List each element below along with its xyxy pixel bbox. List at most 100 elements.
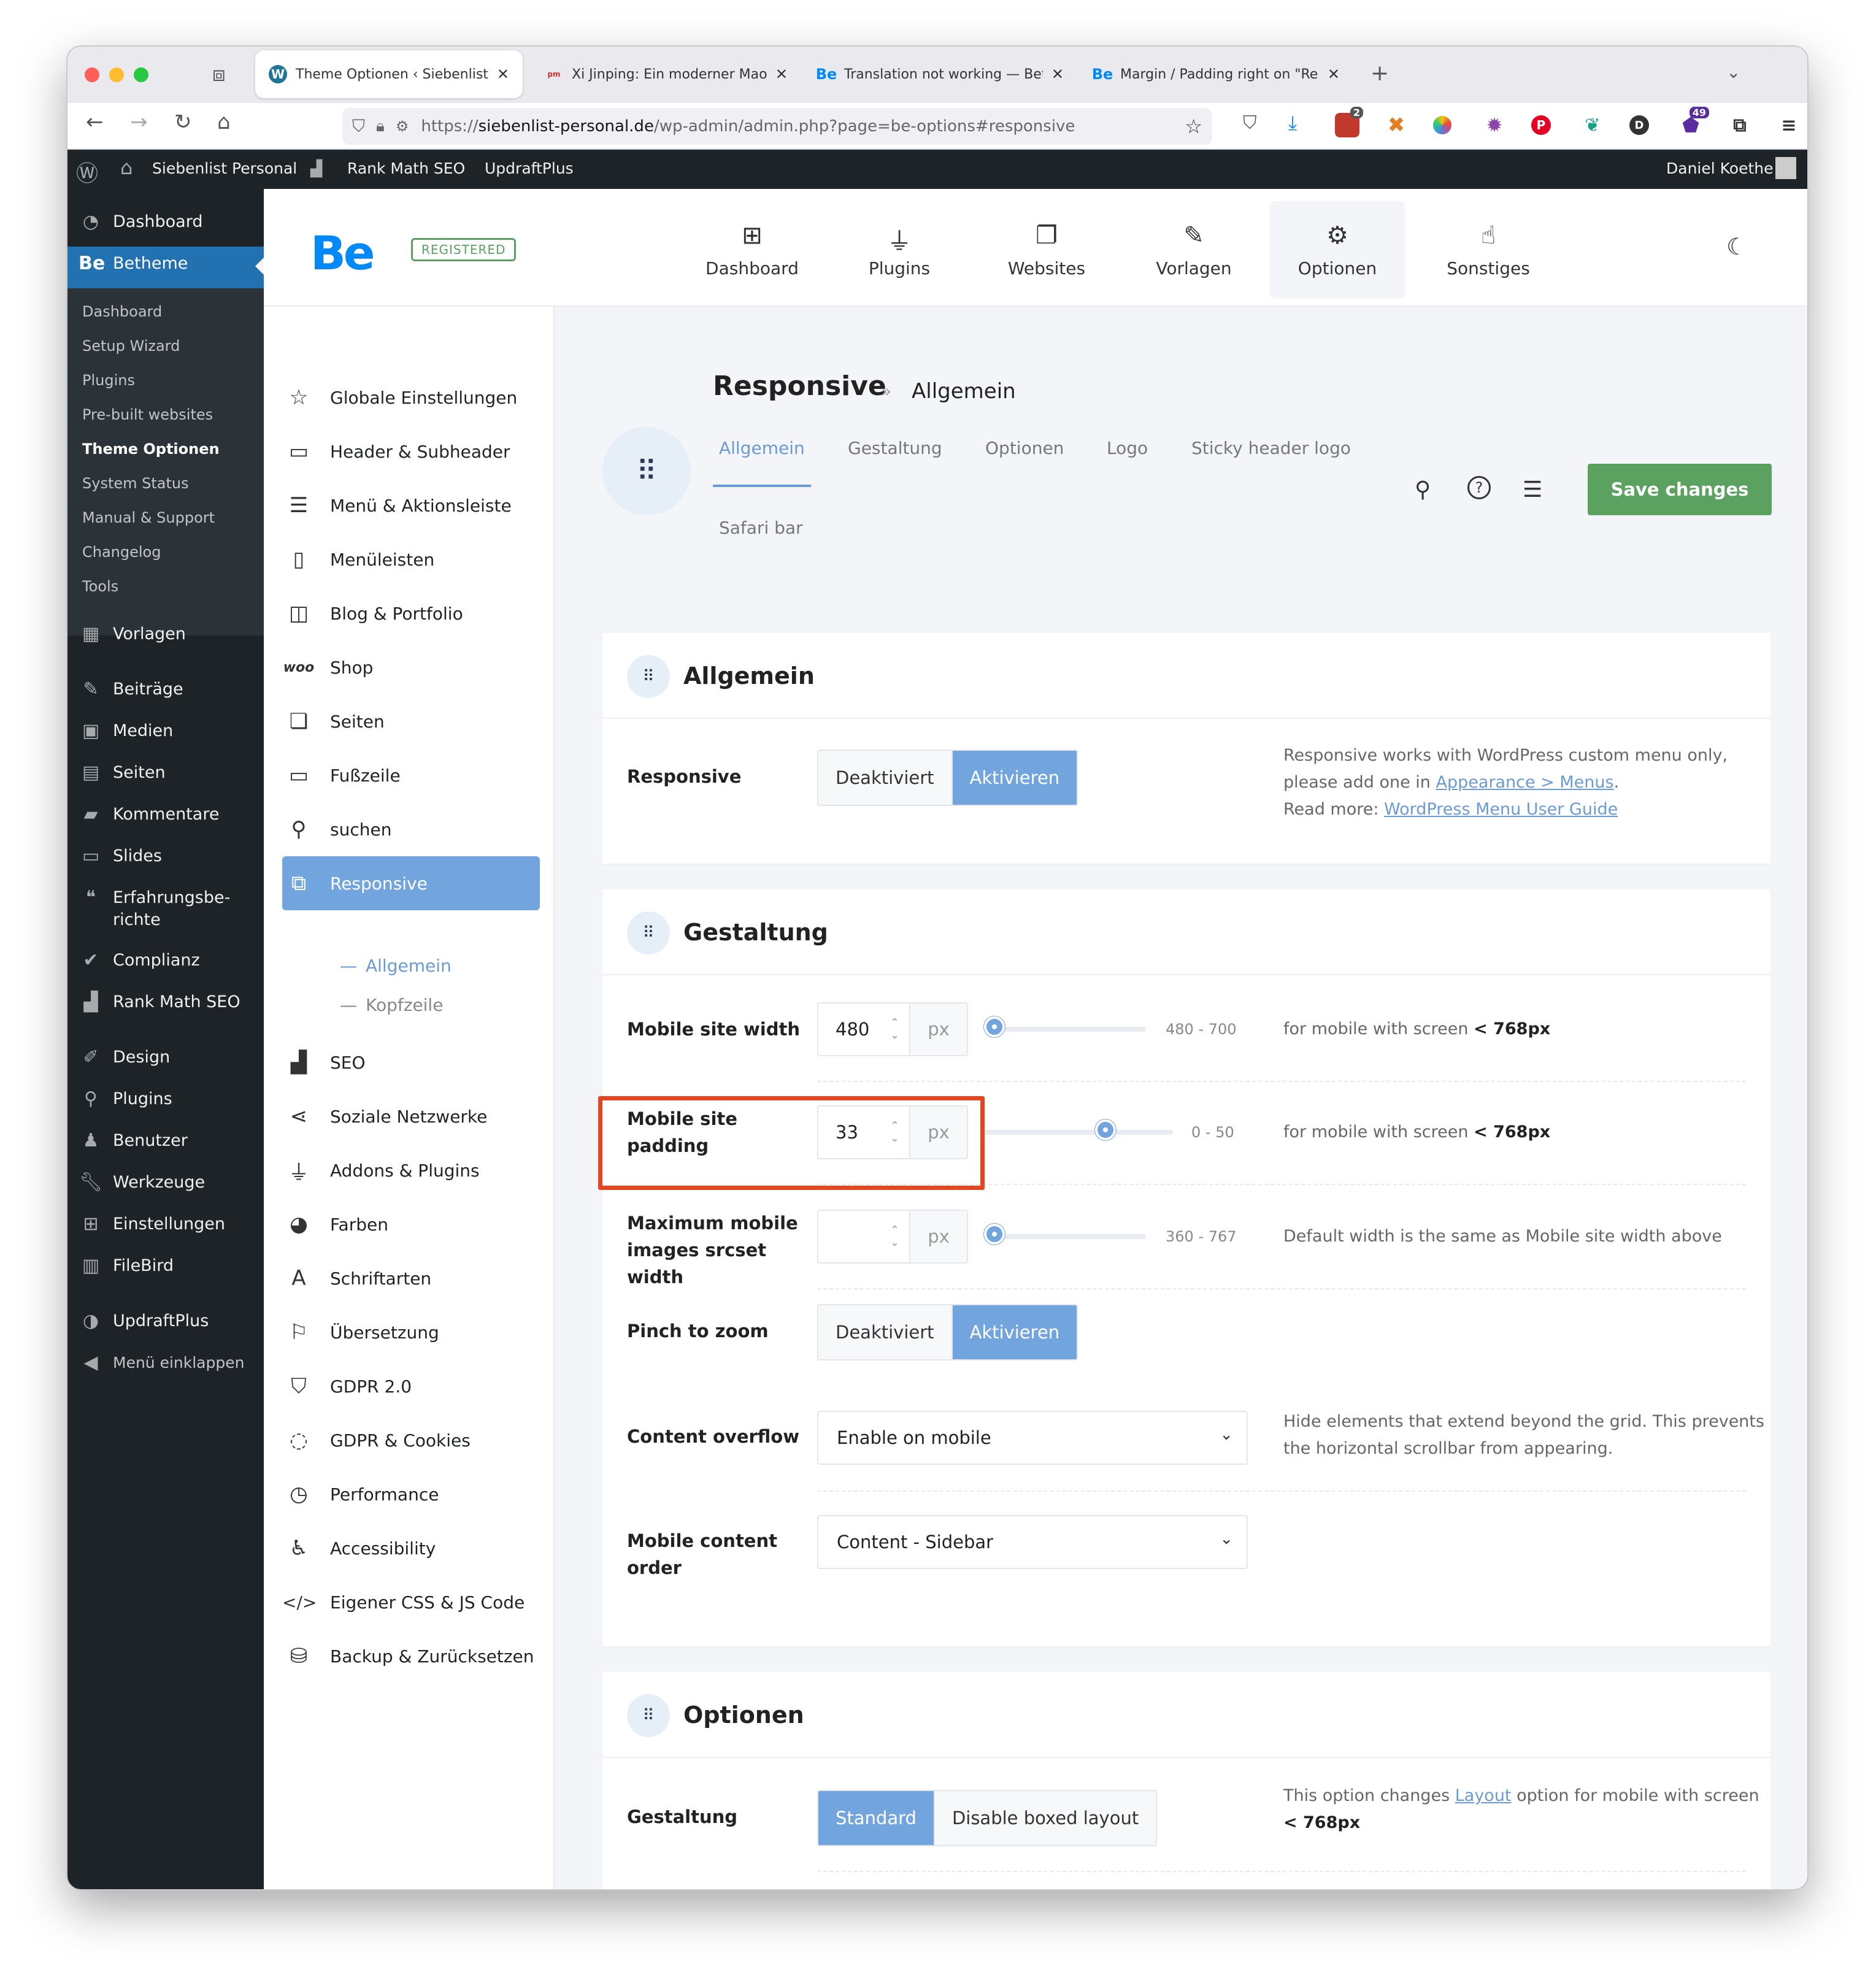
nav-sonstiges[interactable]: ☝ Sonstiges (1421, 201, 1556, 298)
nav-optionen[interactable]: ⚙ Optionen (1270, 201, 1405, 298)
nav-vorlagen[interactable]: ✎ Vorlagen (1126, 201, 1261, 298)
close-tab-icon[interactable]: ✕ (497, 66, 509, 83)
options-item-fusszeile[interactable]: ▭ Fußzeile (282, 753, 540, 797)
avatar[interactable] (1775, 157, 1796, 179)
submenu-dashboard[interactable]: Dashboard (82, 303, 162, 320)
close-tab-icon[interactable]: ✕ (1328, 66, 1340, 83)
srcset-width-input[interactable]: ⌃ ⌄ px (817, 1210, 968, 1264)
adminbar-user[interactable]: Daniel Koethe (1666, 159, 1774, 177)
content-overflow-select[interactable]: Enable on mobile ⌄ (817, 1411, 1248, 1465)
menu-dashboard[interactable]: ◔ Dashboard (79, 211, 203, 232)
new-tab-icon[interactable]: + (1370, 63, 1389, 85)
menu-icon[interactable]: ≡ (1777, 113, 1801, 137)
mobile-padding-slider[interactable] (984, 1119, 1173, 1140)
subtab-optionen[interactable]: Optionen (985, 438, 1064, 458)
adminbar-site[interactable]: Siebenlist Personal (152, 159, 297, 177)
nav-dashboard[interactable]: ⊞ Dashboard (685, 201, 820, 298)
menu-seiten[interactable]: ▤ Seiten (79, 762, 166, 783)
dots-grid-icon[interactable]: ⠿ (627, 1694, 670, 1737)
submenu-manual[interactable]: Manual & Support (82, 509, 215, 526)
close-window-button[interactable] (85, 67, 99, 82)
dark-mode-moon-icon[interactable]: ☾ (1726, 233, 1747, 260)
extensions-icon[interactable]: ⧉ (1728, 113, 1752, 137)
srcset-width-slider[interactable] (984, 1224, 1146, 1245)
forward-icon[interactable]: → (130, 112, 148, 132)
extension-icon[interactable]: 2 (1335, 107, 1363, 137)
submenu-system-status[interactable]: System Status (82, 475, 189, 492)
options-item-seiten[interactable]: ❏ Seiten (282, 699, 540, 743)
options-item-soziale[interactable]: ⋖ Soziale Netzwerke (282, 1094, 540, 1138)
leaf-extension-icon[interactable]: ❦ (1580, 113, 1605, 137)
wordpress-logo-icon[interactable]: Ⓦ (76, 156, 98, 188)
responsive-sub-allgemein[interactable]: — Allgemein (340, 956, 452, 976)
options-item-gdpr-cookies[interactable]: ◌ GDPR & Cookies (282, 1418, 540, 1462)
options-item-backup[interactable]: ⛁ Backup & Zurücksetzen (282, 1634, 540, 1678)
notes-icon[interactable]: ☰ (1523, 477, 1542, 502)
color-picker-icon[interactable] (1433, 116, 1451, 134)
subtab-safari-bar[interactable]: Safari bar (719, 518, 803, 538)
menu-vorlagen[interactable]: ▦ Vorlagen (79, 623, 186, 645)
avatar-extension-icon[interactable]: D (1629, 115, 1649, 135)
adminbar-rankmath[interactable]: Rank Math SEO (347, 159, 465, 177)
pinch-on-button[interactable]: Aktivieren (951, 1305, 1077, 1359)
options-item-header[interactable]: ▭ Header & Subheader (282, 429, 540, 474)
help-icon[interactable]: ? (1467, 476, 1491, 499)
menu-design[interactable]: ✐ Design (79, 1046, 170, 1068)
options-item-blog[interactable]: ◫ Blog & Portfolio (282, 591, 540, 635)
menu-kommentare[interactable]: ▰ Kommentare (79, 804, 219, 825)
back-icon[interactable]: ← (86, 112, 104, 132)
options-item-menueleisten[interactable]: ▯ Menüleisten (282, 537, 540, 581)
close-tab-icon[interactable]: ✕ (775, 66, 788, 83)
responsive-sub-kopfzeile[interactable]: — Kopfzeile (340, 995, 443, 1015)
options-item-farben[interactable]: ◕ Farben (282, 1202, 540, 1246)
slider-handle[interactable] (1094, 1119, 1116, 1140)
options-item-shop[interactable]: woo Shop (282, 645, 540, 689)
options-item-suchen[interactable]: ⚲ suchen (282, 807, 540, 851)
submenu-plugins[interactable]: Plugins (82, 372, 135, 389)
options-item-performance[interactable]: ◷ Performance (282, 1472, 540, 1516)
options-item-menu[interactable]: ☰ Menü & Aktionsleiste (282, 483, 540, 528)
options-item-responsive[interactable]: ⧉ Responsive (282, 856, 540, 910)
tab-xi-jinping[interactable]: pm Xi Jinping: Ein moderner Mao Ze ✕ (531, 50, 801, 98)
dots-grid-icon[interactable]: ⠿ (627, 911, 670, 954)
dots-grid-icon[interactable]: ⠿ (627, 655, 670, 698)
options-item-addons[interactable]: ⏚ Addons & Plugins (282, 1148, 540, 1192)
options-item-accessibility[interactable]: ♿︎ Accessibility (282, 1526, 540, 1570)
pocket-icon[interactable]: ⛉ (1243, 114, 1257, 132)
pinch-off-button[interactable]: Deaktiviert (818, 1305, 951, 1359)
subtab-logo[interactable]: Logo (1107, 438, 1148, 458)
subtab-allgemein[interactable]: Allgemein (719, 438, 805, 458)
submenu-setup-wizard[interactable]: Setup Wizard (82, 337, 180, 355)
stepper-icon[interactable]: ⌃ ⌄ (890, 1224, 899, 1249)
standard-button[interactable]: Standard (818, 1791, 934, 1845)
tab-overview-icon[interactable]: ⧈ (212, 64, 226, 85)
nav-websites[interactable]: ❐ Websites (979, 201, 1114, 298)
content-order-select[interactable]: Content - Sidebar ⌄ (817, 1515, 1248, 1569)
slider-handle[interactable] (984, 1224, 1005, 1245)
menu-rankmath[interactable]: ▟ Rank Math SEO (79, 991, 240, 1013)
save-changes-button[interactable]: Save changes (1588, 464, 1772, 515)
submenu-prebuilt[interactable]: Pre-built websites (82, 406, 213, 423)
reload-icon[interactable]: ↻ (174, 112, 192, 132)
submenu-tools[interactable]: Tools (82, 578, 118, 595)
options-item-seo[interactable]: ▟ SEO (282, 1040, 540, 1084)
responsive-off-button[interactable]: Deaktiviert (818, 751, 951, 805)
stepper-icon[interactable]: ⌃ ⌄ (890, 1017, 899, 1042)
menu-collapse[interactable]: ◀ Menü einklappen (79, 1352, 244, 1373)
menu-updraft[interactable]: ◑ UpdraftPlus (79, 1310, 209, 1332)
chevron-down-icon[interactable]: ⌄ (1726, 64, 1740, 81)
menu-benutzer[interactable]: ♟ Benutzer (79, 1130, 188, 1151)
home-icon[interactable]: ⌂ (217, 112, 231, 132)
minimize-window-button[interactable] (109, 67, 124, 82)
close-tab-icon[interactable]: ✕ (1051, 66, 1064, 83)
subtab-sticky-logo[interactable]: Sticky header logo (1191, 438, 1351, 458)
layout-link[interactable]: Layout (1455, 1786, 1512, 1805)
options-item-gdpr2[interactable]: ⛉ GDPR 2.0 (282, 1364, 540, 1408)
mobile-width-slider[interactable] (984, 1016, 1146, 1037)
home-icon[interactable]: ⌂ (120, 156, 133, 179)
menu-medien[interactable]: ▣ Medien (79, 720, 173, 742)
puzzle-extension-icon[interactable]: ✹ (1482, 113, 1507, 137)
submenu-changelog[interactable]: Changelog (82, 543, 161, 561)
bookmark-star-icon[interactable]: ☆ (1185, 115, 1202, 138)
menu-plugins[interactable]: ⚲ Plugins (79, 1088, 172, 1110)
